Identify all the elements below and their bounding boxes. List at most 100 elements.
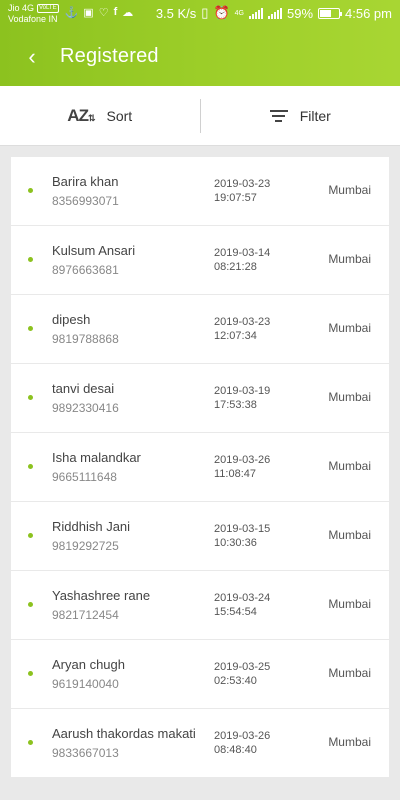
city: Mumbai [328, 390, 371, 404]
signal-icon [248, 7, 263, 19]
registration-date: 2019-03-23 [214, 316, 271, 328]
list-item[interactable]: Riddhish Jani 9819292725 2019-03-15 10:3… [11, 502, 389, 570]
filter-button[interactable]: Filter [201, 86, 400, 145]
carrier-2: Vodafone IN [8, 14, 58, 24]
registration-date: 2019-03-14 [214, 247, 271, 259]
list-item[interactable]: Kulsum Ansari 8976663681 2019-03-14 08:2… [11, 226, 389, 294]
signal-icon-2 [267, 7, 282, 19]
registration-time: 11:08:47 [214, 468, 257, 480]
registration-timestamp: 2019-03-19 17:53:38 [214, 384, 270, 412]
person-name: Barira khan [52, 174, 119, 189]
person-phone: 8356993071 [52, 194, 119, 208]
city: Mumbai [328, 597, 371, 611]
registration-date: 2019-03-24 [214, 592, 271, 604]
registration-timestamp: 2019-03-26 11:08:47 [214, 453, 270, 481]
person-info: Barira khan 8356993071 [52, 174, 119, 208]
header: Jio 4G VoLTE Vodafone IN ⚓ ▣ ♡ f ☁ 3.5 K… [0, 0, 400, 86]
sort-button[interactable]: AZ⇅ Sort [0, 86, 200, 145]
person-info: tanvi desai 9892330416 [52, 381, 119, 415]
status-dot [28, 326, 33, 331]
person-name: Kulsum Ansari [52, 243, 136, 258]
volte-badge: VoLTE [37, 4, 59, 13]
battery-percent: 59% [286, 5, 314, 21]
filter-icon [269, 109, 288, 122]
person-name: Yashashree rane [52, 588, 151, 603]
registration-time: 08:21:28 [214, 261, 257, 273]
person-phone: 9665111648 [52, 470, 117, 484]
list-item[interactable]: Aryan chugh 9619140040 2019-03-25 02:53:… [11, 640, 389, 708]
facebook-icon: f [113, 6, 118, 18]
person-name: tanvi desai [52, 381, 115, 396]
registration-timestamp: 2019-03-24 15:54:54 [214, 591, 270, 619]
camera-icon: ▣ [83, 7, 94, 19]
person-info: dipesh 9819788868 [52, 312, 119, 346]
registration-timestamp: 2019-03-15 10:30:36 [214, 522, 270, 550]
sort-label: Sort [106, 107, 133, 124]
person-phone: 8976663681 [52, 263, 119, 277]
registration-date: 2019-03-19 [214, 385, 271, 397]
registration-timestamp: 2019-03-26 08:48:40 [214, 729, 270, 757]
list-item[interactable]: Aarush thakordas makati 9833667013 2019-… [11, 709, 389, 777]
status-left: Jio 4G VoLTE Vodafone IN ⚓ ▣ ♡ f ☁ [8, 3, 133, 25]
person-name: Riddhish Jani [52, 519, 131, 534]
registration-time: 02:53:40 [214, 675, 257, 687]
city: Mumbai [328, 183, 371, 197]
status-dot [28, 602, 33, 607]
list-item[interactable]: Isha malandkar 9665111648 2019-03-26 11:… [11, 433, 389, 501]
person-phone: 9619140040 [52, 677, 119, 691]
person-phone: 9821712454 [52, 608, 119, 622]
carrier-info: Jio 4G VoLTE Vodafone IN [8, 3, 59, 25]
person-info: Aarush thakordas makati 9833667013 [52, 726, 196, 760]
status-dot [28, 740, 33, 745]
person-name: Aarush thakordas makati [52, 726, 196, 741]
person-info: Kulsum Ansari 8976663681 [52, 243, 135, 277]
registration-time: 08:48:40 [214, 744, 257, 756]
notification-icons: ⚓ ▣ ♡ f ☁ [65, 6, 134, 19]
vibrate-icon: ▯ [201, 5, 209, 20]
network-speed: 3.5 K/s [155, 5, 197, 21]
page-title: Registered [60, 45, 159, 67]
sort-az-icon: AZ⇅ [67, 105, 95, 125]
person-phone: 9819788868 [52, 332, 119, 346]
registration-time: 17:53:38 [214, 399, 257, 411]
clock: 4:56 pm [345, 5, 392, 21]
cloud-icon: ☁ [122, 7, 134, 19]
filter-label: Filter [299, 107, 331, 124]
list-item[interactable]: Barira khan 8356993071 2019-03-23 19:07:… [11, 157, 389, 225]
heart-icon: ♡ [98, 7, 109, 19]
list-item[interactable]: tanvi desai 9892330416 2019-03-19 17:53:… [11, 364, 389, 432]
city: Mumbai [328, 321, 371, 335]
person-info: Riddhish Jani 9819292725 [52, 519, 130, 553]
registration-date: 2019-03-26 [214, 454, 271, 466]
person-phone: 9892330416 [52, 401, 119, 415]
person-name: Aryan chugh [52, 657, 125, 672]
alarm-icon: ⏰ [213, 5, 230, 20]
city: Mumbai [328, 528, 371, 542]
registration-timestamp: 2019-03-23 19:07:57 [214, 177, 270, 205]
registration-date: 2019-03-25 [214, 661, 271, 673]
battery-icon [318, 7, 343, 19]
registration-date: 2019-03-23 [214, 178, 271, 190]
usb-icon: ⚓ [64, 7, 79, 19]
back-arrow-icon[interactable]: ‹ [18, 43, 46, 71]
person-phone: 9833667013 [52, 746, 119, 760]
app-bar: ‹ Registered [0, 27, 400, 86]
registration-date: 2019-03-15 [214, 523, 271, 535]
sort-filter-bar: AZ⇅ Sort Filter [0, 86, 400, 146]
status-dot [28, 395, 33, 400]
person-info: Isha malandkar 9665111648 [52, 450, 141, 484]
status-dot [28, 464, 33, 469]
person-info: Yashashree rane 9821712454 [52, 588, 150, 622]
registration-time: 19:07:57 [214, 192, 257, 204]
list-item[interactable]: dipesh 9819788868 2019-03-23 12:07:34 Mu… [11, 295, 389, 363]
registration-timestamp: 2019-03-23 12:07:34 [214, 315, 270, 343]
registration-time: 10:30:36 [214, 537, 257, 549]
city: Mumbai [328, 252, 371, 266]
person-info: Aryan chugh 9619140040 [52, 657, 125, 691]
status-right: 3.5 K/s ▯ ⏰ 4G 59% 4:56 pm [156, 5, 392, 21]
status-dot [28, 257, 33, 262]
registration-time: 12:07:34 [214, 330, 257, 342]
registration-timestamp: 2019-03-14 08:21:28 [214, 246, 270, 274]
person-name: dipesh [52, 312, 91, 327]
list-item[interactable]: Yashashree rane 9821712454 2019-03-24 15… [11, 571, 389, 639]
